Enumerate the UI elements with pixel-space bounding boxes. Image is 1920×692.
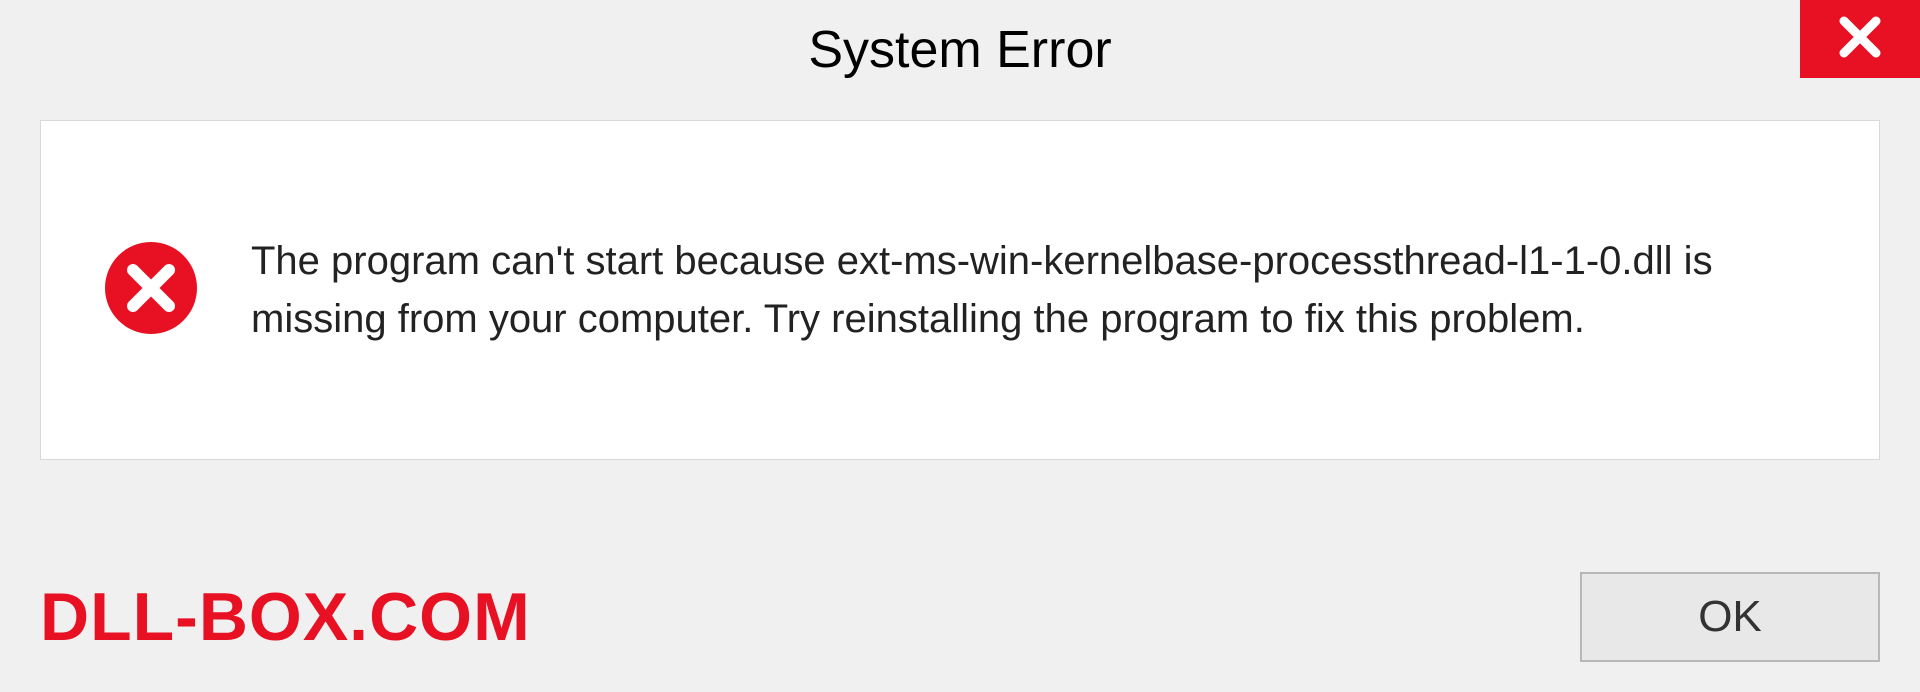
error-icon xyxy=(101,238,201,343)
dialog-title: System Error xyxy=(808,20,1111,80)
ok-button[interactable]: OK xyxy=(1580,572,1880,662)
error-message: The program can't start because ext-ms-w… xyxy=(251,232,1819,348)
close-button[interactable] xyxy=(1800,0,1920,78)
close-icon xyxy=(1836,13,1884,66)
title-bar: System Error xyxy=(0,0,1920,100)
content-panel: The program can't start because ext-ms-w… xyxy=(40,120,1880,460)
ok-button-label: OK xyxy=(1698,592,1762,642)
footer-row: DLL-BOX.COM OK xyxy=(0,572,1920,662)
watermark-text: DLL-BOX.COM xyxy=(40,578,531,656)
